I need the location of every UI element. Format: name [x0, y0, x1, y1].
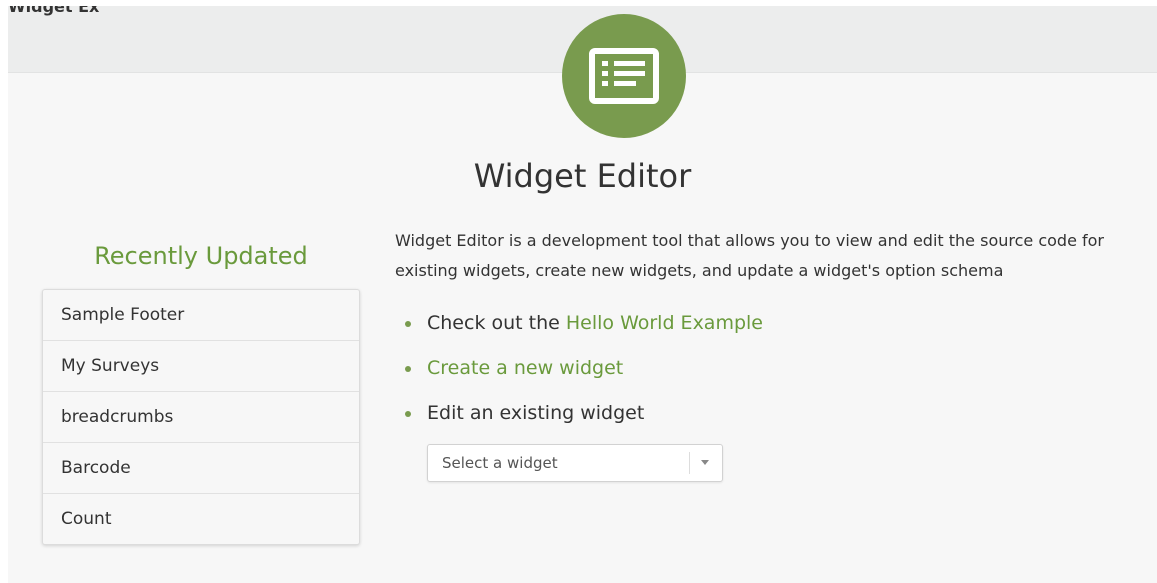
bullet-icon — [405, 411, 411, 417]
recently-updated-heading: Recently Updated — [94, 242, 308, 270]
bullet-icon — [405, 321, 411, 327]
recently-updated-list: Sample Footer My Surveys breadcrumbs Bar… — [42, 289, 360, 545]
bullet-icon — [405, 366, 411, 372]
action-create-widget: Create a new widget — [403, 351, 763, 396]
widget-panel-icon — [589, 48, 659, 104]
create-new-widget-link[interactable]: Create a new widget — [427, 357, 623, 379]
recent-item-barcode[interactable]: Barcode — [43, 442, 359, 493]
check-out-prefix: Check out the — [427, 312, 566, 334]
edit-existing-widget-text: Edit an existing widget — [427, 402, 645, 424]
description-product-name: Widget Editor — [395, 231, 504, 250]
recent-item-sample-footer[interactable]: Sample Footer — [43, 290, 359, 340]
recent-item-breadcrumbs[interactable]: breadcrumbs — [43, 391, 359, 442]
top-cut-heading: Widget Ex — [8, 6, 100, 16]
action-edit-widget: Edit an existing widget — [403, 396, 763, 441]
recent-item-count[interactable]: Count — [43, 493, 359, 544]
page: Widget Ex Widget Editor Widget Editor is… — [8, 6, 1157, 583]
widget-select[interactable]: Select a widget — [427, 444, 723, 482]
action-check-out-example: Check out the Hello World Example — [403, 306, 763, 351]
page-title: Widget Editor — [473, 157, 692, 195]
widget-editor-logo — [562, 14, 686, 138]
select-divider — [689, 452, 690, 474]
chevron-down-icon[interactable] — [701, 460, 709, 465]
hello-world-example-link[interactable]: Hello World Example — [566, 312, 763, 334]
recent-item-my-surveys[interactable]: My Surveys — [43, 340, 359, 391]
widget-select-placeholder: Select a widget — [442, 454, 558, 472]
tool-description: Widget Editor is a development tool that… — [395, 226, 1135, 286]
action-list: Check out the Hello World Example Create… — [403, 306, 763, 441]
